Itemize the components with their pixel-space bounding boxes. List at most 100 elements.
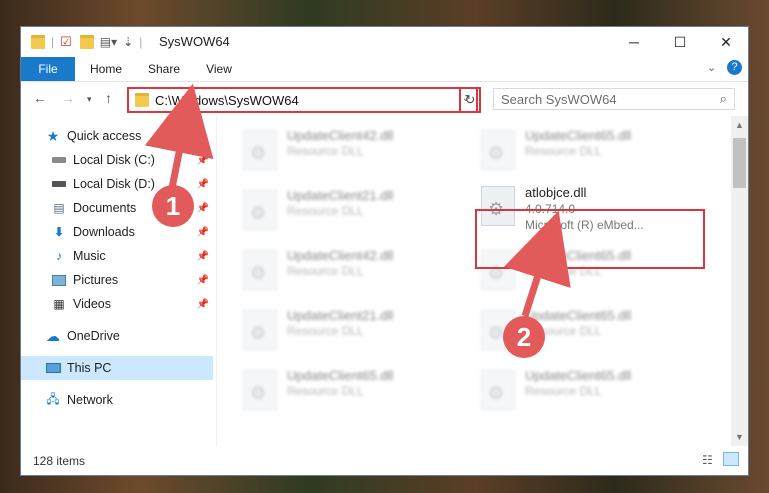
sidebar-item-pictures[interactable]: Pictures 📌	[21, 268, 213, 292]
highlight-box	[475, 209, 705, 269]
qa-dropdown-icon[interactable]: ⇣	[123, 35, 133, 49]
recent-locations-icon[interactable]: ▾	[87, 94, 92, 105]
file-item[interactable]: ⚙ UpdateClient65.dll Resource DLL	[473, 122, 705, 172]
file-description: Resource DLL	[287, 144, 364, 158]
dll-file-icon: ⚙	[243, 130, 277, 170]
dll-file-icon: ⚙	[481, 370, 515, 410]
sidebar-item-label: OneDrive	[67, 329, 120, 343]
download-icon: ⬇	[53, 225, 65, 239]
tab-home[interactable]: Home	[83, 57, 129, 81]
pin-icon[interactable]: 📌	[197, 275, 209, 286]
minimize-button[interactable]: ─	[611, 27, 657, 57]
large-icons-view-icon[interactable]	[723, 452, 739, 466]
sidebar-item-local-disk-c[interactable]: Local Disk (C:) 📌	[21, 148, 213, 172]
navigation-bar: ← → ▾ ↑ C:\Windows\SysWOW64 ⌄ ↻ Search S…	[21, 82, 748, 116]
properties-icon[interactable]: ☑	[60, 34, 72, 50]
address-path[interactable]: C:\Windows\SysWOW64	[155, 93, 299, 108]
file-item[interactable]: ⚙ UpdateClient21.dll Resource DLL	[235, 302, 467, 352]
file-item[interactable]: ⚙ UpdateClient42.dll Resource DLL	[235, 122, 467, 172]
document-icon: ▤	[53, 201, 65, 215]
vertical-scrollbar[interactable]: ▲ ▼	[731, 116, 748, 446]
tab-view[interactable]: View	[199, 57, 239, 81]
sidebar-item-label: Network	[67, 393, 113, 407]
pin-icon[interactable]: 📌	[197, 179, 209, 190]
dll-file-icon: ⚙	[243, 370, 277, 410]
file-name: UpdateClient21.dll	[287, 308, 394, 323]
separator: |	[51, 35, 55, 49]
dll-file-icon: ⚙	[481, 130, 515, 170]
file-item[interactable]: ⚙ UpdateClient42.dll Resource DLL	[235, 242, 467, 292]
dll-file-icon: ⚙	[243, 250, 277, 290]
explorer-window: | ☑ ▤▾ ⇣ | SysWOW64 ─ ☐ ✕ File Home Shar…	[20, 26, 749, 476]
navigation-pane: ★ Quick access Local Disk (C:) 📌 Local D…	[21, 116, 213, 446]
pin-icon[interactable]: 📌	[197, 155, 209, 166]
pin-icon[interactable]: 📌	[197, 227, 209, 238]
drive-icon	[51, 177, 67, 191]
pin-icon[interactable]: 📌	[197, 251, 209, 262]
sidebar-item-this-pc[interactable]: This PC	[21, 356, 213, 380]
tab-file[interactable]: File	[21, 57, 75, 81]
network-icon: 🖧	[46, 391, 60, 406]
maximize-button[interactable]: ☐	[657, 27, 703, 57]
pin-icon[interactable]: 📌	[197, 299, 209, 310]
search-input[interactable]: Search SysWOW64 ⌕	[493, 88, 735, 110]
close-button[interactable]: ✕	[703, 27, 749, 57]
cloud-icon: ☁	[46, 327, 60, 344]
sidebar-item-label: Pictures	[73, 273, 119, 287]
file-list: ⚙ UpdateClient42.dll Resource DLL ⚙ Upda…	[217, 116, 731, 446]
annotation-badge-1: 1	[152, 185, 194, 227]
pin-icon[interactable]: 📌	[197, 203, 209, 214]
sidebar-item-onedrive[interactable]: ☁ OneDrive	[21, 324, 213, 348]
sidebar-item-quick-access[interactable]: ★ Quick access	[21, 124, 213, 148]
file-name: atlobjce.dll	[525, 185, 587, 200]
scroll-up-icon[interactable]: ▲	[735, 120, 744, 130]
file-name: UpdateClient42.dll	[287, 128, 394, 143]
file-name: UpdateClient65.dll	[287, 368, 394, 383]
expand-ribbon-icon[interactable]: ⌄	[707, 61, 716, 74]
sidebar-item-label: Local Disk (C:)	[73, 153, 155, 167]
item-count: 128 items	[33, 454, 86, 468]
folder-icon	[135, 93, 149, 107]
sidebar-item-label: Documents	[73, 201, 137, 215]
refresh-icon: ↻	[464, 92, 476, 107]
separator: |	[139, 35, 143, 49]
scroll-down-icon[interactable]: ▼	[735, 432, 744, 442]
file-name: UpdateClient65.dll	[525, 368, 632, 383]
star-icon: ★	[46, 127, 60, 144]
file-description: Resource DLL	[287, 264, 364, 278]
file-name: UpdateClient21.dll	[287, 188, 394, 203]
scrollbar-thumb[interactable]	[733, 138, 746, 188]
back-icon[interactable]: ←	[33, 90, 47, 106]
file-description: Resource DLL	[287, 204, 364, 218]
file-name: UpdateClient42.dll	[287, 248, 394, 263]
details-view-icon[interactable]: ☷	[702, 453, 713, 467]
sidebar-item-network[interactable]: 🖧 Network	[21, 388, 213, 412]
search-icon[interactable]: ⌕	[720, 91, 727, 107]
file-item[interactable]: ⚙ UpdateClient65.dll Resource DLL	[235, 362, 467, 412]
file-item[interactable]: ⚙ UpdateClient65.dll Resource DLL	[473, 362, 705, 412]
dll-file-icon: ⚙	[243, 190, 277, 230]
forward-icon[interactable]: →	[61, 90, 75, 106]
new-folder-icon[interactable]	[79, 35, 94, 49]
up-icon[interactable]: ↑	[105, 90, 112, 106]
file-description: Resource DLL	[525, 384, 602, 398]
tab-share[interactable]: Share	[141, 57, 187, 81]
customize-qa-icon[interactable]: ▤▾	[100, 35, 117, 49]
file-description: Resource DLL	[287, 384, 364, 398]
search-placeholder: Search SysWOW64	[501, 91, 617, 107]
file-item[interactable]: ⚙ UpdateClient21.dll Resource DLL	[235, 182, 467, 232]
file-description: Resource DLL	[525, 144, 602, 158]
pictures-icon	[51, 273, 67, 287]
sidebar-item-music[interactable]: ♪ Music 📌	[21, 244, 213, 268]
ribbon: File Home Share View ⌄ ?	[21, 57, 748, 82]
address-bar[interactable]: C:\Windows\SysWOW64 ⌄	[127, 87, 478, 113]
refresh-button[interactable]: ↻	[459, 87, 481, 113]
sidebar-item-label: Quick access	[67, 129, 142, 143]
annotation-badge-2: 2	[503, 316, 545, 358]
file-name: UpdateClient65.dll	[525, 308, 632, 323]
help-icon[interactable]: ?	[727, 60, 742, 75]
status-bar: 128 items ☷	[21, 447, 748, 475]
sidebar-item-label: Videos	[73, 297, 111, 311]
file-description: Resource DLL	[287, 324, 364, 338]
sidebar-item-videos[interactable]: ▦ Videos 📌	[21, 292, 213, 316]
